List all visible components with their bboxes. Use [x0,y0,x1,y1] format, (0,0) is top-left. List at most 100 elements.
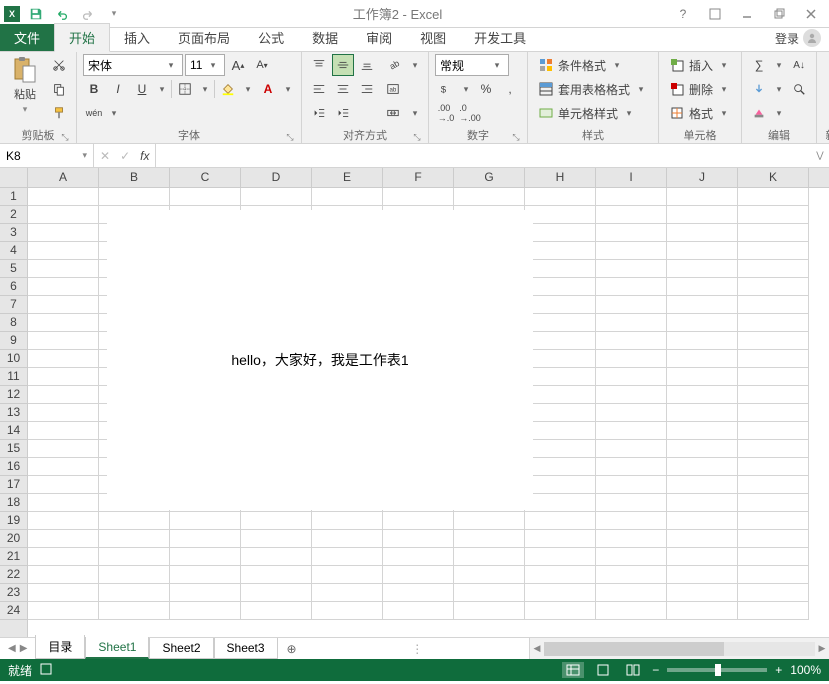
cell[interactable] [596,368,667,386]
border-dropdown-icon[interactable]: ▾ [198,84,212,95]
align-bottom-button[interactable] [356,54,378,76]
cell[interactable] [28,206,99,224]
cell[interactable] [28,260,99,278]
scroll-left-icon[interactable]: ◀ [530,643,544,654]
italic-button[interactable]: I [107,78,129,100]
cell[interactable] [99,206,170,224]
row-header[interactable]: 8 [0,314,27,332]
tab-data[interactable]: 数据 [298,24,352,51]
cell[interactable] [738,350,809,368]
accounting-dropdown-icon[interactable]: ▾ [459,84,473,95]
cell[interactable] [312,278,383,296]
cell[interactable] [738,188,809,206]
cell[interactable] [241,260,312,278]
cell[interactable] [454,350,525,368]
cell[interactable] [454,440,525,458]
cell[interactable] [312,440,383,458]
fill-color-dropdown-icon[interactable]: ▾ [241,84,255,95]
cell[interactable] [170,278,241,296]
help-button[interactable]: ? [671,4,695,24]
cell[interactable] [28,278,99,296]
cell[interactable] [525,548,596,566]
cell[interactable] [312,566,383,584]
orientation-button[interactable]: ab [382,54,404,76]
column-header[interactable]: A [28,168,99,187]
insert-function-button[interactable]: fx [140,149,149,163]
cell[interactable] [454,332,525,350]
cell[interactable] [596,476,667,494]
cell[interactable] [383,440,454,458]
cell[interactable] [738,224,809,242]
cell[interactable] [312,314,383,332]
zoom-level[interactable]: 100% [790,663,821,677]
cell[interactable] [738,386,809,404]
cell[interactable] [241,602,312,620]
cell[interactable] [596,602,667,620]
cell[interactable] [383,494,454,512]
cell[interactable] [454,314,525,332]
cell[interactable] [383,224,454,242]
cell[interactable] [170,314,241,332]
tab-formulas[interactable]: 公式 [244,24,298,51]
align-top-button[interactable] [308,54,330,76]
border-button[interactable] [174,78,196,100]
cell[interactable] [312,260,383,278]
cell[interactable] [667,566,738,584]
cell[interactable] [454,206,525,224]
cell[interactable] [312,584,383,602]
cell[interactable] [667,188,738,206]
format-painter-button[interactable] [48,102,70,124]
cell[interactable] [667,314,738,332]
align-middle-button[interactable] [332,54,354,76]
cell[interactable] [312,242,383,260]
alignment-launcher-icon[interactable]: ⤡ [412,132,422,142]
row-header[interactable]: 5 [0,260,27,278]
cell[interactable] [525,224,596,242]
cell[interactable] [383,350,454,368]
cell[interactable] [738,440,809,458]
name-box[interactable]: K8▾ [0,144,94,167]
cell[interactable] [170,188,241,206]
cell[interactable] [454,476,525,494]
cell[interactable] [241,494,312,512]
cell[interactable] [667,458,738,476]
cell[interactable] [383,548,454,566]
cell[interactable] [170,548,241,566]
autosum-button[interactable]: ∑ [748,54,770,76]
cell[interactable] [383,278,454,296]
cell[interactable] [383,242,454,260]
cell[interactable] [596,224,667,242]
cell[interactable] [667,530,738,548]
formula-input[interactable] [156,144,811,167]
cell[interactable] [170,206,241,224]
cell[interactable] [99,440,170,458]
cell[interactable] [241,566,312,584]
tab-view[interactable]: 视图 [406,24,460,51]
cell[interactable] [596,386,667,404]
bold-button[interactable]: B [83,78,105,100]
tab-developer[interactable]: 开发工具 [460,24,540,51]
sheet-nav-next-icon[interactable]: ▶ [20,643,28,654]
cell[interactable] [170,494,241,512]
cell[interactable] [525,314,596,332]
cell[interactable] [383,602,454,620]
cell[interactable] [312,548,383,566]
horizontal-scrollbar[interactable]: ◀ ▶ [529,638,829,659]
number-launcher-icon[interactable]: ⤡ [511,132,521,142]
cell[interactable] [99,332,170,350]
cell[interactable] [312,404,383,422]
cell[interactable] [312,422,383,440]
cell[interactable] [667,422,738,440]
cell[interactable] [28,368,99,386]
cell[interactable] [312,494,383,512]
cell[interactable] [738,602,809,620]
cell[interactable] [738,242,809,260]
cell[interactable] [28,548,99,566]
paste-button[interactable]: 粘贴 ▾ [6,54,44,115]
align-right-button[interactable] [356,78,378,100]
cell[interactable] [454,548,525,566]
cell[interactable] [383,296,454,314]
align-left-button[interactable] [308,78,330,100]
cell[interactable] [312,296,383,314]
cell[interactable] [454,494,525,512]
